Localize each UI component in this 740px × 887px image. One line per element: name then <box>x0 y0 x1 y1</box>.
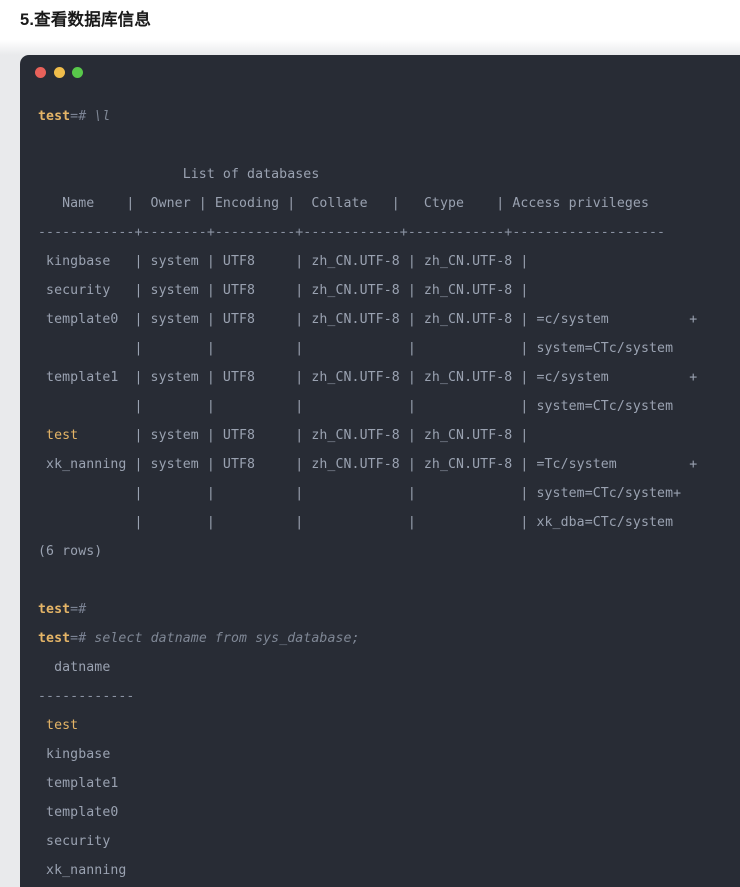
table-row-text: | system | UTF8 | zh_CN.UTF-8 | zh_CN.UT… <box>78 428 529 443</box>
console-output-text: template1 <box>38 776 119 791</box>
console-output-text: security | system | UTF8 | zh_CN.UTF-8 |… <box>38 283 529 298</box>
console-line: test=# \l <box>38 102 740 131</box>
console-line: test <box>38 711 740 740</box>
console-line: | | | | | system=CTc/system <box>38 334 740 363</box>
shell-prompt-symbol: =# <box>70 631 87 646</box>
console-line: security <box>38 827 740 856</box>
console-line: test | system | UTF8 | zh_CN.UTF-8 | zh_… <box>38 421 740 450</box>
shell-prompt-symbol: =# <box>70 109 87 124</box>
shell-command-text: \l <box>86 109 111 124</box>
highlighted-value: test <box>38 718 79 733</box>
console-output-text: xk_nanning <box>38 863 127 878</box>
console-line: List of databases <box>38 160 740 189</box>
console-line: ------------ <box>38 682 740 711</box>
console-line: Name | Owner | Encoding | Collate | Ctyp… <box>38 189 740 218</box>
shell-prompt-label: test <box>38 109 71 124</box>
console-output-text: security <box>38 834 111 849</box>
page-root: 5.查看数据库信息 test=# \l List of databases Na… <box>0 0 740 887</box>
console-output-text: | | | | | system=CTc/system+ <box>38 486 682 501</box>
console-output-text: | | | | | xk_dba=CTc/system <box>38 515 674 530</box>
console-output-text: kingbase <box>38 747 111 762</box>
terminal-window: test=# \l List of databases Name | Owner… <box>20 55 740 887</box>
console-output-text: template0 <box>38 805 119 820</box>
console-output-text: template1 | system | UTF8 | zh_CN.UTF-8 … <box>38 370 698 385</box>
console-line: (6 rows) <box>38 537 740 566</box>
console-line: datname <box>38 653 740 682</box>
console-output-text: datname <box>38 660 111 675</box>
console-line: template1 <box>38 769 740 798</box>
console-output-text: (6 rows) <box>38 544 103 559</box>
page-title: 5.查看数据库信息 <box>20 11 152 29</box>
console-line: kingbase <box>38 740 740 769</box>
console-line: template1 | system | UTF8 | zh_CN.UTF-8 … <box>38 363 740 392</box>
console-line: template0 <box>38 798 740 827</box>
console-line: xk_nanning | system | UTF8 | zh_CN.UTF-8… <box>38 450 740 479</box>
console-line: | | | | | xk_dba=CTc/system <box>38 508 740 537</box>
highlighted-value: test <box>38 428 79 443</box>
console-line: | | | | | system=CTc/system <box>38 392 740 421</box>
console-line: security | system | UTF8 | zh_CN.UTF-8 |… <box>38 276 740 305</box>
console-output-text: xk_nanning | system | UTF8 | zh_CN.UTF-8… <box>38 457 698 472</box>
console-line: | | | | | system=CTc/system+ <box>38 479 740 508</box>
table-separator: ------------ <box>38 689 135 704</box>
terminal-titlebar[interactable] <box>20 55 740 88</box>
minimize-icon[interactable] <box>53 67 65 78</box>
console-line: test=# <box>38 595 740 624</box>
console-output-text: List of databases <box>38 167 320 182</box>
console-output-text: template0 | system | UTF8 | zh_CN.UTF-8 … <box>38 312 698 327</box>
maximize-icon[interactable] <box>72 67 83 78</box>
console-output-text: Name | Owner | Encoding | Collate | Ctyp… <box>38 196 650 211</box>
shell-command-text: select datname from sys_database; <box>86 631 360 646</box>
console-line: test=# select datname from sys_database; <box>38 624 740 653</box>
console-line: xk_nanning <box>38 856 740 885</box>
table-separator: ------------+--------+----------+-------… <box>38 225 666 240</box>
terminal-console[interactable]: test=# \l List of databases Name | Owner… <box>20 88 740 887</box>
console-line: ------------+--------+----------+-------… <box>38 218 740 247</box>
console-line: template0 | system | UTF8 | zh_CN.UTF-8 … <box>38 305 740 334</box>
console-output-text: kingbase | system | UTF8 | zh_CN.UTF-8 |… <box>38 254 529 269</box>
console-line: kingbase | system | UTF8 | zh_CN.UTF-8 |… <box>38 247 740 276</box>
console-output-text: | | | | | system=CTc/system <box>38 399 674 414</box>
close-icon[interactable] <box>35 67 46 78</box>
console-output-text: | | | | | system=CTc/system <box>38 341 674 356</box>
shell-prompt-label: test <box>38 631 71 646</box>
shell-prompt-symbol: =# <box>70 602 87 617</box>
shell-prompt-label: test <box>38 602 71 617</box>
